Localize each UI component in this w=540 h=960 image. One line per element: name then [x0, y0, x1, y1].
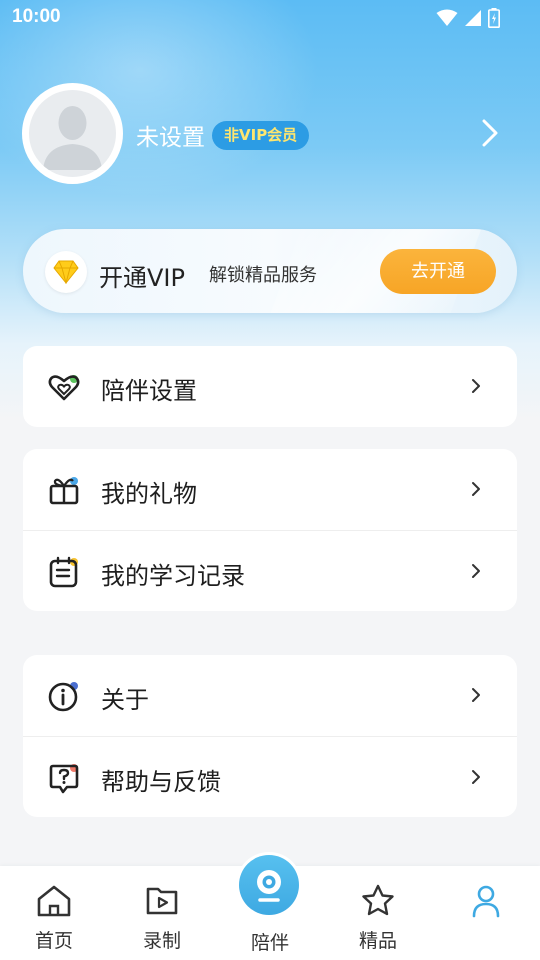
vip-promo-card[interactable]: 开通VIP 解锁精品服务 去开通: [23, 229, 517, 313]
star-icon: [362, 884, 394, 916]
default-avatar-icon: [43, 106, 102, 170]
menu-label: 我的礼物: [101, 480, 197, 508]
chevron-right-icon: [472, 379, 480, 393]
avatar[interactable]: [22, 83, 123, 184]
signal-icon: [465, 10, 481, 26]
menu-item-study-records[interactable]: 我的学习记录: [23, 530, 517, 611]
tab-label: 陪伴: [250, 932, 289, 954]
home-icon: [37, 885, 71, 917]
tab-featured[interactable]: 精品: [324, 866, 432, 960]
chevron-right-icon: [472, 770, 480, 784]
status-icons: [436, 8, 500, 28]
diamond-icon: [53, 260, 79, 284]
tab-label: 精品: [358, 930, 397, 952]
tab-profile[interactable]: [432, 866, 540, 960]
vip-status-badge: 非VIP会员: [212, 121, 310, 150]
profile-name: 未设置: [136, 125, 205, 151]
tab-label: 首页: [34, 930, 73, 952]
wifi-icon: [436, 9, 458, 26]
tab-label: 录制: [142, 930, 181, 952]
tab-home[interactable]: 首页: [0, 866, 108, 960]
activate-vip-button[interactable]: 去开通: [380, 249, 496, 294]
menu-item-about[interactable]: 关于: [23, 655, 517, 736]
chevron-right-icon: [472, 688, 480, 702]
vip-subtitle: 解锁精品服务: [209, 265, 317, 286]
profile-header[interactable]: 未设置 非VIP会员: [22, 83, 518, 184]
menu-card-settings: 陪伴设置: [23, 346, 517, 427]
vip-gem-badge: [45, 251, 87, 293]
tab-record[interactable]: 录制: [108, 866, 216, 960]
menu-item-help-feedback[interactable]: 帮助与反馈: [23, 736, 517, 817]
heart-icon: [48, 375, 80, 401]
companion-center-button[interactable]: [236, 852, 302, 918]
menu-label: 帮助与反馈: [101, 768, 221, 796]
status-bar: 10:00: [0, 0, 540, 36]
menu-item-companion-settings[interactable]: 陪伴设置: [23, 346, 517, 427]
vip-title: 开通VIP: [99, 264, 185, 292]
menu-label: 陪伴设置: [101, 377, 197, 405]
chevron-right-icon[interactable]: [482, 119, 498, 147]
status-time: 10:00: [12, 6, 61, 27]
person-icon: [472, 885, 500, 918]
help-icon: [49, 764, 79, 794]
menu-item-my-gifts[interactable]: 我的礼物: [23, 449, 517, 530]
menu-label: 我的学习记录: [101, 562, 245, 590]
video-folder-icon: [146, 887, 178, 915]
chevron-right-icon: [472, 482, 480, 496]
menu-card-support: 关于 帮助与反馈: [23, 655, 517, 817]
gift-icon: [49, 477, 79, 505]
chevron-right-icon: [472, 564, 480, 578]
info-icon: [48, 682, 78, 712]
menu-label: 关于: [101, 686, 149, 714]
menu-card-personal: 我的礼物 我的学习记录: [23, 449, 517, 611]
camera-icon: [257, 870, 281, 902]
notebook-icon: [49, 556, 78, 588]
battery-icon: [488, 8, 500, 28]
